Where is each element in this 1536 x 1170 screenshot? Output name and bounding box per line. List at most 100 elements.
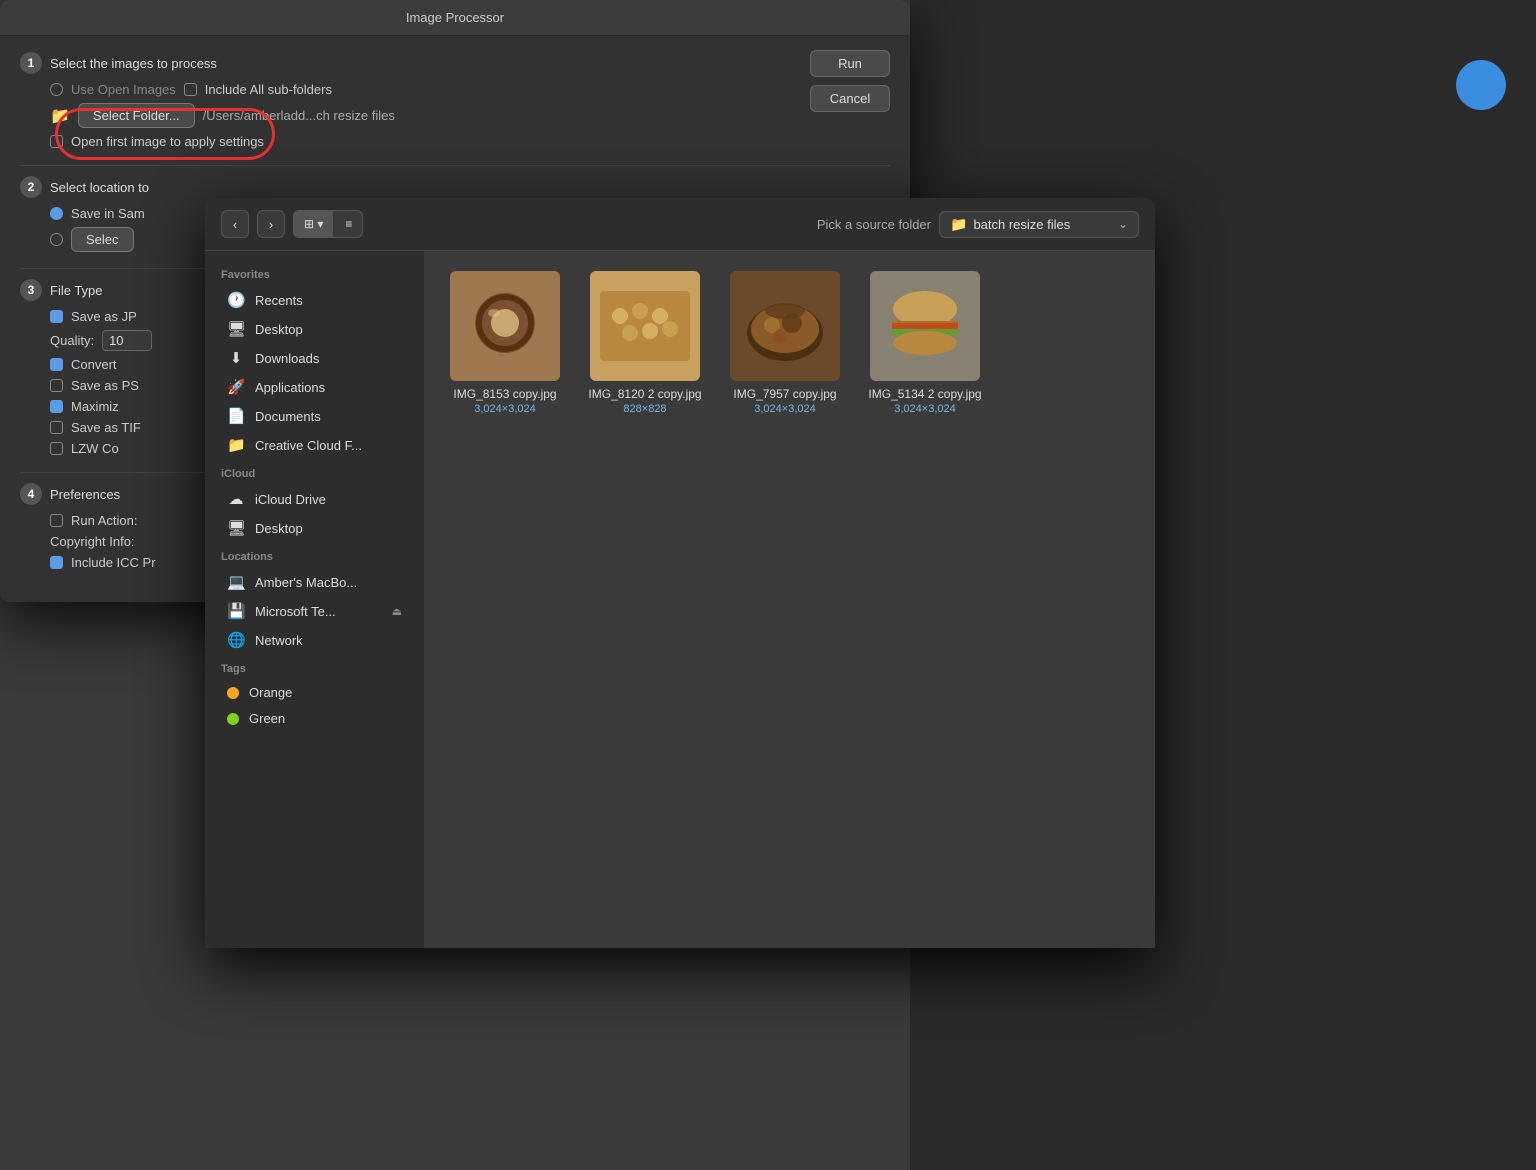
select-location-radio[interactable] [50, 233, 63, 246]
orange-tag-label: Orange [249, 685, 292, 700]
run-button[interactable]: Run [810, 50, 890, 77]
save-psd-checkbox[interactable] [50, 379, 63, 392]
desktop-label: Desktop [255, 322, 303, 337]
section-2-header: 2 Select location to [20, 176, 890, 198]
back-button[interactable]: ‹ [221, 210, 249, 238]
sidebar-item-desktop[interactable]: 🖥 Desktop [211, 315, 418, 343]
picker-main: IMG_8153 copy.jpg 3,024×3,024 [425, 251, 1155, 948]
icc-checkbox[interactable] [50, 556, 63, 569]
sidebar-item-applications[interactable]: 🚀 Applications [211, 373, 418, 401]
sidebar-item-recents[interactable]: 🕐 Recents [211, 286, 418, 314]
file-dims-2: 828×828 [623, 403, 666, 415]
select-folder-button[interactable]: Select Folder... [78, 103, 195, 128]
section-1-header: 1 Select the images to process [20, 52, 890, 74]
section-1-open-first-row: Open first image to apply settings [50, 134, 890, 149]
list-view-button[interactable]: ≡ [335, 211, 362, 237]
cancel-button[interactable]: Cancel [810, 85, 890, 112]
sidebar-item-macbook[interactable]: 💻 Amber's MacBo... [211, 568, 418, 596]
dialog-titlebar: Image Processor [0, 0, 910, 36]
file-thumbnail-3 [730, 271, 840, 381]
run-action-label: Run Action: [71, 513, 138, 528]
macbook-label: Amber's MacBo... [255, 575, 357, 590]
microsoft-icon: 💾 [227, 602, 245, 620]
icloud-desktop-label: Desktop [255, 521, 303, 536]
icc-label: Include ICC Pr [71, 555, 156, 570]
locations-label: Locations [205, 543, 424, 567]
creative-cloud-label: Creative Cloud F... [255, 438, 362, 453]
sidebar-item-downloads[interactable]: ⬇ Downloads [211, 344, 418, 372]
save-tif-checkbox[interactable] [50, 421, 63, 434]
file-picker-dialog: ‹ › ⊞ ▾ ≡ Pick a source folder 📁 batch r… [205, 198, 1155, 948]
applications-icon: 🚀 [227, 378, 245, 396]
recents-icon: 🕐 [227, 291, 245, 309]
use-open-radio[interactable] [50, 83, 63, 96]
sidebar-item-creative-cloud[interactable]: 📁 Creative Cloud F... [211, 431, 418, 459]
folder-path-text: /Users/amberladd...ch resize files [203, 108, 395, 123]
section-3-number: 3 [20, 279, 42, 301]
picker-content: Favorites 🕐 Recents 🖥 Desktop ⬇ Download… [205, 251, 1155, 948]
sidebar-item-tag-green[interactable]: Green [211, 706, 418, 731]
desktop-icon: 🖥 [227, 320, 245, 338]
tags-label: Tags [205, 655, 424, 679]
network-icon: 🌐 [227, 631, 245, 649]
sidebar-item-documents[interactable]: 📄 Documents [211, 402, 418, 430]
eject-icon: ⏏ [392, 605, 402, 618]
maximize-label: Maximiz [71, 399, 119, 414]
section-2-title: Select location to [50, 180, 149, 195]
file-name-2: IMG_8120 2 copy.jpg [588, 387, 701, 403]
icloud-drive-icon: ☁ [227, 490, 245, 508]
grid-view-button[interactable]: ⊞ ▾ [294, 211, 333, 237]
folder-dropdown[interactable]: 📁 batch resize files ⌄ [939, 211, 1139, 238]
maximize-checkbox[interactable] [50, 400, 63, 413]
section-1-select-folder-row: 📁 Select Folder... /Users/amberladd...ch… [50, 103, 890, 128]
documents-icon: 📄 [227, 407, 245, 425]
run-action-checkbox[interactable] [50, 514, 63, 527]
file-thumbnail-4 [870, 271, 980, 381]
folder-dropdown-icon: 📁 [950, 216, 967, 233]
microsoft-label: Microsoft Te... [255, 604, 336, 619]
folder-dropdown-name: batch resize files [973, 217, 1112, 232]
icloud-desktop-icon: 🖥 [227, 519, 245, 537]
dropdown-chevron-icon: ⌄ [1118, 217, 1128, 231]
picker-toolbar: ‹ › ⊞ ▾ ≡ Pick a source folder 📁 batch r… [205, 198, 1155, 251]
use-open-label: Use Open Images [71, 82, 176, 97]
file-item-1[interactable]: IMG_8153 copy.jpg 3,024×3,024 [445, 271, 565, 415]
quality-label: Quality: [50, 333, 94, 348]
lzw-label: LZW Co [71, 441, 119, 456]
file-item-2[interactable]: IMG_8120 2 copy.jpg 828×828 [585, 271, 705, 415]
forward-button[interactable]: › [257, 210, 285, 238]
sidebar-item-microsoft[interactable]: 💾 Microsoft Te... ⏏ [211, 597, 418, 625]
source-label: Pick a source folder [817, 217, 931, 232]
convert-label: Convert [71, 357, 117, 372]
file-name-1: IMG_8153 copy.jpg [453, 387, 556, 403]
open-first-checkbox[interactable] [50, 135, 63, 148]
favorites-label: Favorites [205, 261, 424, 285]
section-1-number: 1 [20, 52, 42, 74]
view-toggle: ⊞ ▾ ≡ [293, 210, 363, 238]
section-3-title: File Type [50, 283, 103, 298]
convert-checkbox[interactable] [50, 358, 63, 371]
documents-label: Documents [255, 409, 321, 424]
sidebar-item-network[interactable]: 🌐 Network [211, 626, 418, 654]
select-location-button[interactable]: Selec [71, 227, 134, 252]
orange-tag-dot [227, 687, 239, 699]
save-psd-label: Save as PS [71, 378, 139, 393]
include-subfolders-checkbox[interactable] [184, 83, 197, 96]
section-4-number: 4 [20, 483, 42, 505]
icloud-label: iCloud [205, 460, 424, 484]
sidebar-item-icloud-drive[interactable]: ☁ iCloud Drive [211, 485, 418, 513]
file-item-4[interactable]: IMG_5134 2 copy.jpg 3,024×3,024 [865, 271, 985, 415]
dialog-title: Image Processor [406, 10, 504, 25]
include-subfolders-label: Include All sub-folders [205, 82, 332, 97]
sidebar-item-tag-orange[interactable]: Orange [211, 680, 418, 705]
section-4-title: Preferences [50, 487, 120, 502]
lzw-checkbox[interactable] [50, 442, 63, 455]
save-jpeg-checkbox[interactable] [50, 310, 63, 323]
run-cancel-buttons: Run Cancel [810, 50, 890, 112]
file-name-4: IMG_5134 2 copy.jpg [868, 387, 981, 403]
sidebar-item-icloud-desktop[interactable]: 🖥 Desktop [211, 514, 418, 542]
section-1-use-open-row: Use Open Images Include All sub-folders [50, 82, 890, 97]
quality-input[interactable] [102, 330, 152, 351]
file-item-3[interactable]: IMG_7957 copy.jpg 3,024×3,024 [725, 271, 845, 415]
save-same-radio[interactable] [50, 207, 63, 220]
